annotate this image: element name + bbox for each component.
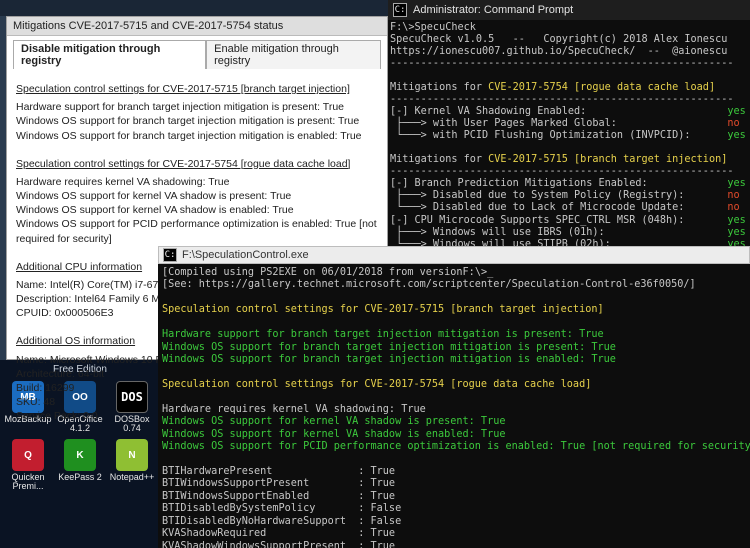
spec-terminal[interactable]: [Compiled using PS2EXE on 06/01/2018 fro… xyxy=(158,264,750,548)
cmd-titlebar[interactable]: C: Administrator: Command Prompt xyxy=(388,0,750,20)
cmd-title-text: Administrator: Command Prompt xyxy=(413,4,573,16)
info-line: Windows OS support for branch target inj… xyxy=(16,129,378,143)
app-icon: N xyxy=(116,439,148,471)
info-line: Windows OS support for PCID performance … xyxy=(16,217,378,245)
info-line: Hardware support for branch target injec… xyxy=(16,100,378,114)
mitigations-titlebar[interactable]: Mitigations CVE-2017-5715 and CVE-2017-5… xyxy=(7,17,387,36)
section-heading: Speculation control settings for CVE-201… xyxy=(16,157,378,171)
mitigations-tabs: Disable mitigation through registry Enab… xyxy=(7,36,387,69)
spec-title-text: F:\SpeculationControl.exe xyxy=(182,249,309,261)
cmd-terminal[interactable]: F:\>SpecuCheck SpecuCheck v1.0.5 -- Copy… xyxy=(388,20,750,271)
info-line: Windows OS support for branch target inj… xyxy=(16,114,378,128)
desktop-icon[interactable]: K KeePass 2 xyxy=(58,439,102,491)
app-icon: K xyxy=(64,439,96,471)
info-line: Windows OS support for kernel VA shadow … xyxy=(16,203,378,217)
info-line: Windows OS support for kernel VA shadow … xyxy=(16,189,378,203)
info-line: Hardware requires kernel VA shadowing: T… xyxy=(16,175,378,189)
app-icon: Q xyxy=(12,439,44,471)
cmd-icon: C: xyxy=(393,3,407,17)
window-command-prompt: C: Administrator: Command Prompt F:\>Spe… xyxy=(388,0,750,271)
desktop-icon[interactable]: Q Quicken Premi... xyxy=(6,439,50,491)
cmd-icon: C: xyxy=(163,248,177,262)
desktop-icon-row: Q Quicken Premi... K KeePass 2 N Notepad++ xyxy=(6,439,154,491)
spec-titlebar[interactable]: C: F:\SpeculationControl.exe xyxy=(158,246,750,264)
tab-enable-mitigation[interactable]: Enable mitigation through registry xyxy=(206,40,381,69)
desktop-icon[interactable]: N Notepad++ xyxy=(110,439,154,491)
section-heading: Speculation control settings for CVE-201… xyxy=(16,82,378,96)
icon-label: KeePass 2 xyxy=(58,473,102,482)
tab-disable-mitigation[interactable]: Disable mitigation through registry xyxy=(13,40,206,69)
icon-label: Notepad++ xyxy=(110,473,155,482)
icon-label: Quicken Premi... xyxy=(6,473,50,491)
window-speculationcontrol: C: F:\SpeculationControl.exe [Compiled u… xyxy=(158,246,750,548)
